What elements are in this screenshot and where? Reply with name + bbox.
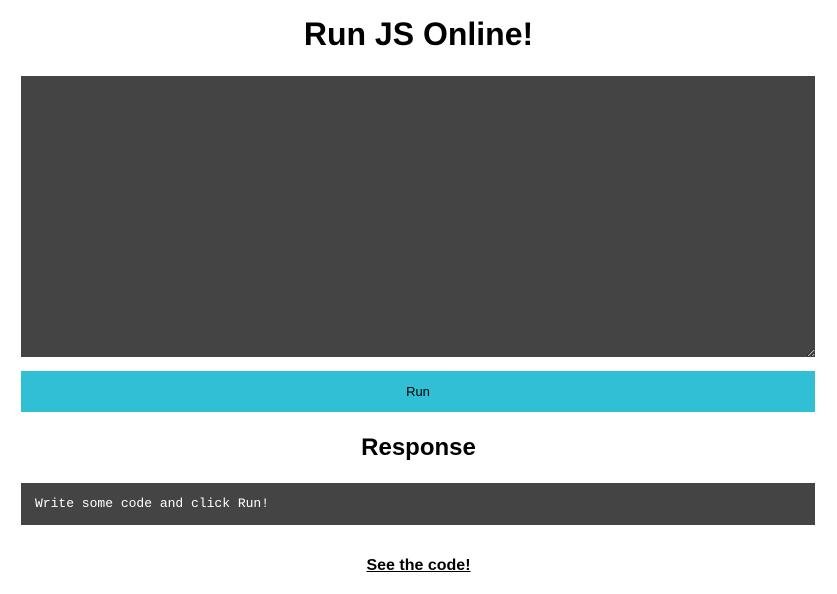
- footer: See the code!: [0, 555, 837, 577]
- page-title: Run JS Online!: [303, 16, 534, 52]
- code-editor[interactable]: [21, 76, 815, 357]
- run-button[interactable]: Run: [21, 371, 815, 412]
- response-output: Write some code and click Run!: [21, 483, 815, 525]
- response-heading: Response: [361, 434, 476, 461]
- see-code-link[interactable]: See the code!: [366, 557, 470, 574]
- page: Run JS Online! Run Response Write some c…: [0, 0, 837, 594]
